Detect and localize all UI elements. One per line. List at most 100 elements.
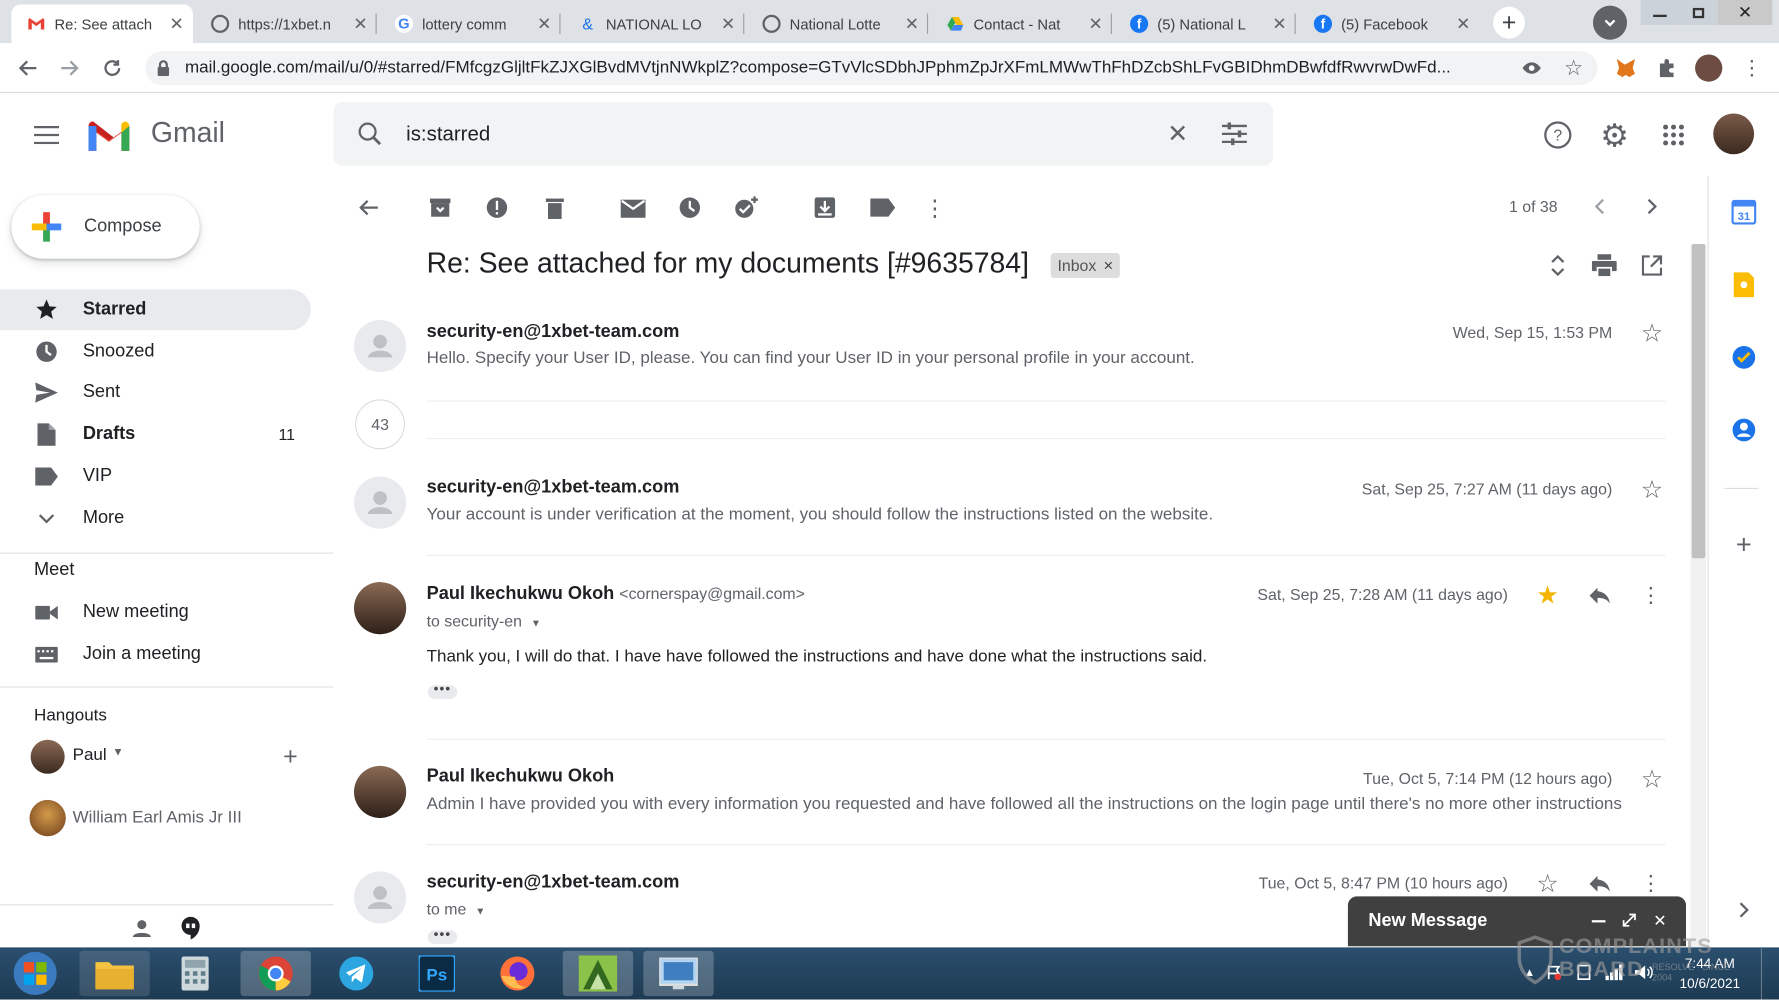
taskbar-file-explorer[interactable]	[79, 950, 150, 997]
extensions-icon[interactable]	[1654, 56, 1679, 81]
apps-grid-icon[interactable]	[1657, 118, 1691, 152]
reply-icon[interactable]	[1586, 582, 1613, 609]
message-sender[interactable]: Paul Ikechukwu Okoh <cornerspay@gmail.co…	[427, 584, 805, 604]
snooze-clock-icon[interactable]	[675, 193, 704, 222]
show-desktop-button[interactable]	[1760, 948, 1779, 1000]
show-trimmed-content-icon[interactable]: •••	[427, 927, 458, 944]
message-sender[interactable]: security-en@1xbet-team.com	[427, 478, 680, 498]
show-side-panel-chevron-icon[interactable]	[1734, 899, 1754, 922]
sender-photo-avatar[interactable]	[353, 765, 407, 819]
close-compose-icon[interactable]: ✕	[1650, 910, 1670, 930]
add-to-tasks-icon[interactable]	[732, 193, 761, 222]
tab-facebook[interactable]: f (5) Facebook ✕	[1298, 5, 1480, 44]
more-options-icon[interactable]: ⋮	[924, 193, 947, 222]
star-toggle-icon[interactable]: ☆	[1638, 475, 1665, 503]
sender-photo-avatar[interactable]	[353, 582, 407, 635]
minimize-button[interactable]	[1640, 0, 1680, 25]
close-icon[interactable]: ✕	[537, 14, 551, 34]
newer-chevron-icon[interactable]	[1588, 195, 1611, 218]
bookmark-star-icon[interactable]: ☆	[1561, 56, 1586, 81]
restore-button[interactable]	[1679, 0, 1718, 25]
close-icon[interactable]: ✕	[721, 14, 735, 34]
clear-search-icon[interactable]: ✕	[1162, 118, 1194, 150]
get-addons-plus-icon[interactable]: +	[1729, 530, 1758, 561]
url-text[interactable]: mail.google.com/mail/u/0/#starred/FMfcgz…	[185, 58, 1507, 77]
remove-label-icon[interactable]: ✕	[1103, 258, 1113, 273]
sender-avatar[interactable]	[353, 871, 407, 924]
close-icon[interactable]: ✕	[170, 14, 184, 34]
tab-contact[interactable]: Contact - Nat ✕	[930, 5, 1112, 44]
taskbar-clock[interactable]: 7:44 AM 10/6/2021	[1670, 953, 1749, 994]
labels-icon[interactable]	[868, 193, 897, 222]
taskbar-camtasia[interactable]	[562, 950, 634, 997]
calendar-icon[interactable]: 31	[1729, 197, 1758, 226]
nav-snoozed[interactable]: Snoozed	[0, 331, 311, 372]
tab-national-lotte[interactable]: National Lotte ✕	[747, 5, 929, 44]
expand-all-icon[interactable]	[1545, 252, 1570, 279]
message-more-icon[interactable]: ⋮	[1640, 870, 1662, 897]
message-sender[interactable]: Paul Ikechukwu Okoh	[427, 767, 615, 787]
reply-icon[interactable]	[1586, 870, 1613, 897]
message-sender[interactable]: security-en@1xbet-team.com	[427, 873, 680, 893]
show-trimmed-content-icon[interactable]: •••	[427, 682, 458, 699]
caret-down-icon[interactable]: ▼	[531, 617, 541, 628]
nav-drafts[interactable]: Drafts 11	[0, 414, 311, 455]
nav-vip[interactable]: VIP	[0, 456, 311, 497]
hangouts-chat-icon[interactable]	[177, 916, 204, 941]
caret-down-icon[interactable]: ▼	[475, 905, 485, 916]
close-icon[interactable]: ✕	[905, 14, 919, 34]
eye-icon[interactable]	[1520, 57, 1543, 80]
starred-icon[interactable]: ★	[1534, 581, 1561, 609]
message-snippet[interactable]: Admin I have provided you with every inf…	[427, 794, 1664, 813]
lock-icon[interactable]	[155, 59, 171, 77]
meet-join-meeting[interactable]: Join a meeting	[0, 634, 311, 675]
minimize-icon[interactable]	[1588, 908, 1608, 928]
tray-device-icon[interactable]	[1575, 962, 1593, 982]
compose-button[interactable]: Compose	[11, 195, 200, 259]
profile-avatar[interactable]	[1695, 54, 1723, 82]
contacts-icon[interactable]	[1729, 415, 1758, 444]
forward-icon[interactable]	[54, 53, 83, 82]
tab-1xbet[interactable]: https://1xbet.n ✕	[195, 5, 377, 44]
message-sender[interactable]: security-en@1xbet-team.com	[427, 322, 680, 342]
nav-starred[interactable]: Starred	[0, 289, 311, 331]
close-icon[interactable]: ✕	[1089, 14, 1103, 34]
taskbar-chrome[interactable]	[240, 950, 311, 997]
hangouts-user-avatar[interactable]	[30, 739, 65, 774]
message-snippet[interactable]: Your account is under verification at th…	[427, 505, 1213, 524]
tab-lottery[interactable]: G lottery comm ✕	[379, 5, 561, 44]
search-input[interactable]: is:starred	[406, 123, 490, 147]
message-snippet[interactable]: Hello. Specify your User ID, please. You…	[427, 348, 1195, 367]
keep-icon[interactable]	[1729, 270, 1758, 299]
report-spam-icon[interactable]	[482, 193, 511, 222]
close-icon[interactable]: ✕	[1456, 14, 1470, 34]
nav-sent[interactable]: Sent	[0, 372, 311, 413]
new-tab-button[interactable]: +	[1493, 6, 1525, 39]
account-avatar[interactable]	[1713, 113, 1755, 155]
hangouts-user-name[interactable]: Paul	[73, 745, 107, 764]
person-icon[interactable]	[129, 916, 154, 941]
nav-more[interactable]: More	[0, 498, 311, 539]
sender-avatar[interactable]	[353, 476, 407, 529]
reload-icon[interactable]	[98, 53, 127, 82]
archive-icon[interactable]	[425, 193, 454, 222]
volume-icon[interactable]	[1634, 962, 1654, 982]
tasks-icon[interactable]	[1729, 343, 1758, 372]
star-toggle-icon[interactable]: ☆	[1638, 319, 1665, 347]
delete-icon[interactable]	[540, 193, 569, 222]
back-to-list-icon[interactable]	[354, 193, 383, 222]
star-toggle-icon[interactable]: ☆	[1534, 869, 1561, 897]
tray-flag-icon[interactable]	[1545, 962, 1563, 982]
collapsed-messages-count[interactable]: 43	[355, 399, 406, 450]
recipients-line[interactable]: to security-en ▼	[427, 612, 541, 630]
caret-down-icon[interactable]: ▼	[112, 747, 123, 759]
network-signal-icon[interactable]	[1604, 962, 1624, 982]
taskbar-telegram[interactable]	[321, 951, 391, 996]
meet-new-meeting[interactable]: New meeting	[0, 592, 311, 633]
taskbar-photoshop[interactable]: Ps	[402, 951, 472, 996]
chrome-menu-icon[interactable]: ⋮	[1740, 54, 1763, 81]
metamask-extension-icon[interactable]	[1613, 56, 1638, 81]
windows-start-icon[interactable]	[9, 950, 61, 998]
settings-gear-icon[interactable]: ⚙	[1598, 117, 1632, 152]
sender-avatar[interactable]	[353, 319, 407, 373]
